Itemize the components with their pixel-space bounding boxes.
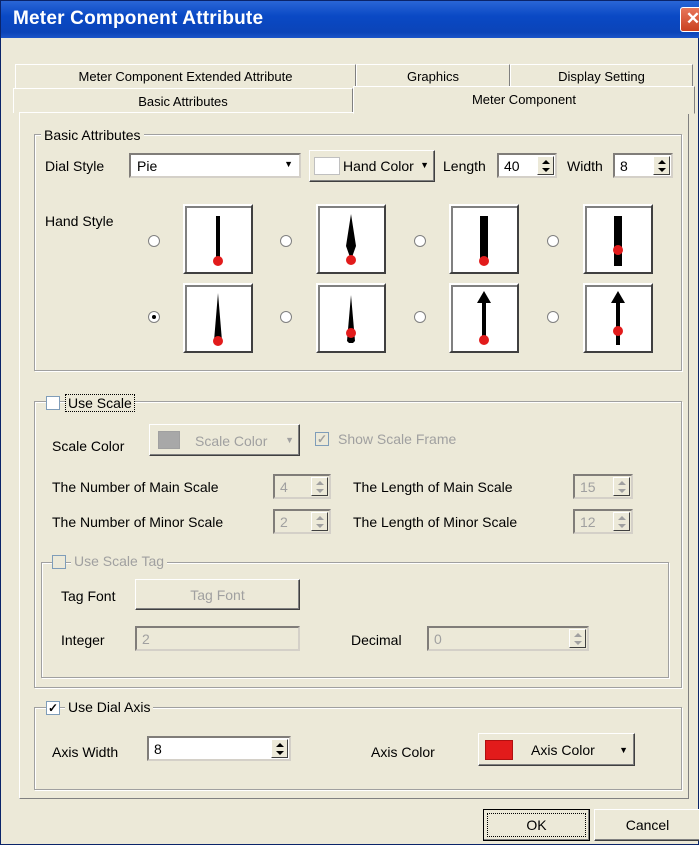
tailed-triangle-needle-icon xyxy=(346,295,356,343)
hand-style-label: Hand Style xyxy=(45,213,114,229)
hand-style-radio-8[interactable] xyxy=(547,311,559,323)
tab-graphics[interactable]: Graphics xyxy=(356,64,510,88)
use-scale-checkbox[interactable] xyxy=(46,396,60,410)
num-main-scale-label: The Number of Main Scale xyxy=(52,479,219,495)
triangle-needle-icon xyxy=(213,293,223,346)
num-minor-scale-label: The Number of Minor Scale xyxy=(52,514,224,530)
hand-style-radio-2[interactable] xyxy=(280,235,292,247)
show-scale-frame-checkbox[interactable]: ✓ xyxy=(315,432,329,446)
decimal-label: Decimal xyxy=(351,632,402,648)
spin-arrows-icon[interactable] xyxy=(311,477,328,496)
dial-style-select[interactable]: Pie ▼ xyxy=(129,153,301,178)
dialog-window: Meter Component Attribute ✕ Meter Compon… xyxy=(0,0,699,845)
chevron-down-icon: ▼ xyxy=(420,160,429,170)
tab-meter-component[interactable]: Meter Component xyxy=(353,86,695,114)
spin-arrows-icon[interactable] xyxy=(311,512,328,531)
tailed-arrow-needle-icon xyxy=(611,291,625,345)
tab-extended-attribute[interactable]: Meter Component Extended Attribute xyxy=(15,64,356,88)
spin-arrows-icon[interactable] xyxy=(613,477,630,496)
bar-needle-icon xyxy=(479,216,489,266)
tab-basic-attributes[interactable]: Basic Attributes xyxy=(13,88,353,113)
axis-color-swatch xyxy=(485,740,513,760)
length-label: Length xyxy=(443,158,486,174)
len-minor-scale-spinner[interactable]: 12 xyxy=(573,509,633,534)
chevron-down-icon: ▼ xyxy=(284,159,293,169)
chevron-down-icon: ▼ xyxy=(619,745,628,755)
spin-arrows-icon[interactable] xyxy=(653,156,670,175)
axis-color-button[interactable]: Axis Color ▼ xyxy=(478,733,635,766)
width-spinner[interactable]: 8 xyxy=(613,153,673,178)
hand-color-swatch xyxy=(314,157,340,175)
cancel-button[interactable]: Cancel xyxy=(594,809,699,841)
tag-font-label: Tag Font xyxy=(61,588,116,604)
spin-arrows-icon[interactable] xyxy=(569,629,586,648)
basic-attributes-title: Basic Attributes xyxy=(41,127,144,143)
width-label: Width xyxy=(567,158,603,174)
scale-color-button[interactable]: Scale Color ▼ xyxy=(149,424,300,456)
hand-style-8-preview[interactable] xyxy=(583,283,653,353)
num-minor-scale-spinner[interactable]: 2 xyxy=(273,509,331,534)
hand-style-radio-7[interactable] xyxy=(414,311,426,323)
axis-width-label: Axis Width xyxy=(52,744,119,760)
close-button[interactable]: ✕ xyxy=(680,7,699,32)
axis-width-spinner[interactable]: 8 xyxy=(147,736,291,761)
title-bar[interactable]: Meter Component Attribute ✕ xyxy=(1,1,699,38)
tailed-bar-needle-icon xyxy=(613,216,623,266)
tab-display-setting[interactable]: Display Setting xyxy=(510,64,693,88)
hand-style-7-preview[interactable] xyxy=(449,283,519,353)
use-scale-label[interactable]: Use Scale xyxy=(65,394,135,412)
axis-color-label: Axis Color xyxy=(371,744,435,760)
hand-style-radio-1[interactable] xyxy=(148,235,160,247)
chevron-down-icon: ▼ xyxy=(285,435,294,445)
hand-color-button[interactable]: Hand Color ▼ xyxy=(309,150,435,182)
integer-label: Integer xyxy=(61,632,105,648)
use-dial-axis-label: Use Dial Axis xyxy=(65,699,154,715)
hand-style-radio-4[interactable] xyxy=(547,235,559,247)
len-main-scale-spinner[interactable]: 15 xyxy=(573,474,633,499)
integer-field[interactable]: 2 xyxy=(135,626,300,651)
tapered-needle-icon xyxy=(346,214,356,265)
num-main-scale-spinner[interactable]: 4 xyxy=(273,474,331,499)
hand-style-4-preview[interactable] xyxy=(583,204,653,274)
hand-style-radio-5[interactable] xyxy=(148,311,160,323)
scale-color-label: Scale Color xyxy=(52,438,125,454)
dial-style-label: Dial Style xyxy=(45,158,105,174)
hand-style-radio-6[interactable] xyxy=(280,311,292,323)
length-spinner[interactable]: 40 xyxy=(497,153,557,178)
show-scale-frame-label: Show Scale Frame xyxy=(338,431,457,447)
hand-style-1-preview[interactable] xyxy=(183,204,253,274)
tag-font-button[interactable]: Tag Font xyxy=(135,579,300,610)
len-main-scale-label: The Length of Main Scale xyxy=(353,479,513,495)
hand-style-6-preview[interactable] xyxy=(316,283,386,353)
len-minor-scale-label: The Length of Minor Scale xyxy=(353,514,518,530)
thin-needle-icon xyxy=(213,216,223,266)
ok-button[interactable]: OK xyxy=(483,809,590,841)
scale-color-swatch xyxy=(158,431,180,449)
use-dial-axis-checkbox[interactable]: ✓ xyxy=(46,701,60,715)
window-title: Meter Component Attribute xyxy=(13,8,264,29)
hand-style-radio-3[interactable] xyxy=(414,235,426,247)
hand-style-3-preview[interactable] xyxy=(449,204,519,274)
arrow-needle-icon xyxy=(477,291,491,345)
spin-arrows-icon[interactable] xyxy=(537,156,554,175)
use-scale-tag-checkbox[interactable] xyxy=(52,555,66,569)
hand-style-5-preview[interactable] xyxy=(183,283,253,353)
hand-style-2-preview[interactable] xyxy=(316,204,386,274)
use-scale-tag-label: Use Scale Tag xyxy=(71,553,168,569)
spin-arrows-icon[interactable] xyxy=(613,512,630,531)
decimal-spinner[interactable]: 0 xyxy=(427,626,589,651)
spin-arrows-icon[interactable] xyxy=(271,739,288,758)
